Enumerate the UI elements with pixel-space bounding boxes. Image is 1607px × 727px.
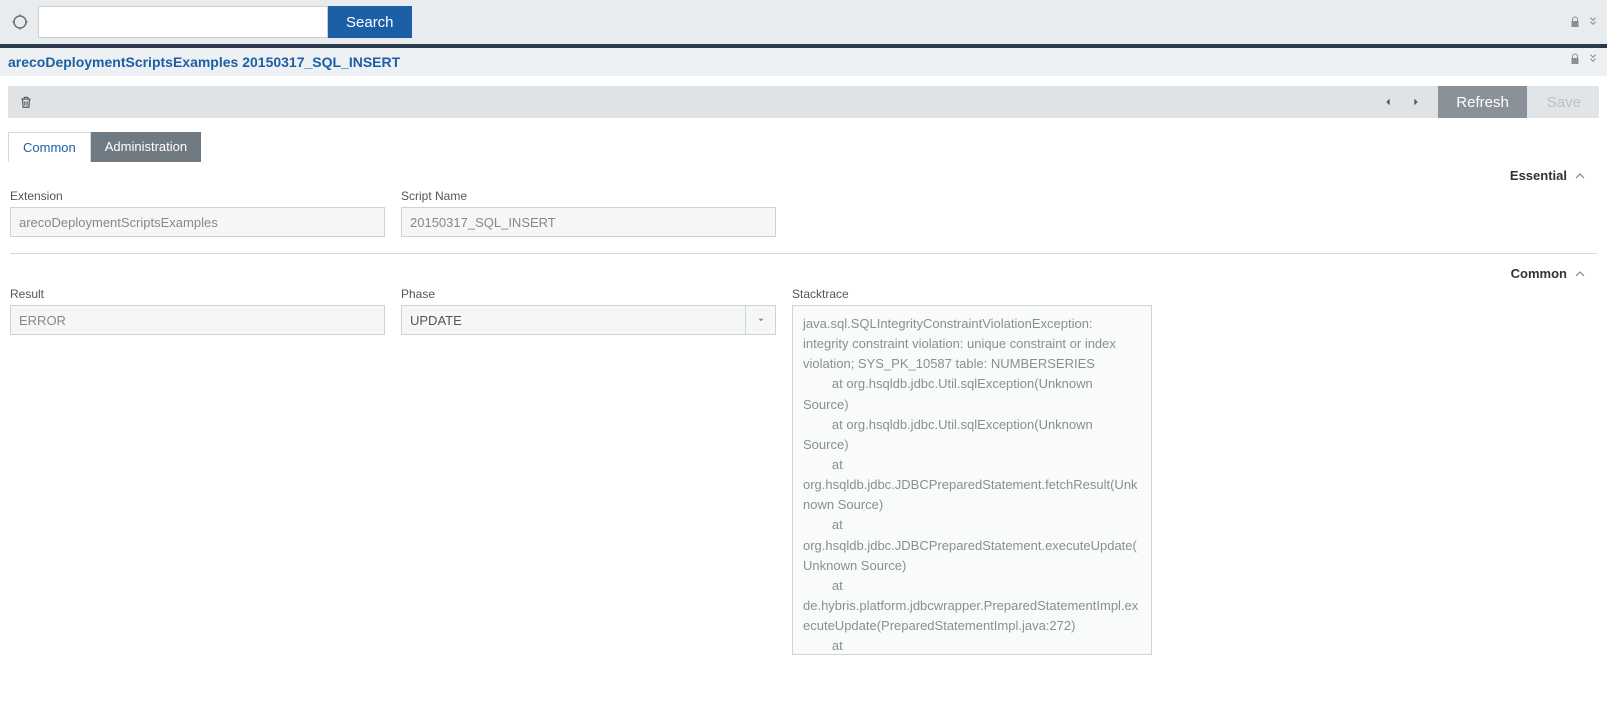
divider (10, 253, 1597, 254)
extension-label: Extension (10, 189, 385, 203)
page-title: arecoDeploymentScriptsExamples 20150317_… (8, 54, 400, 70)
section-title-common: Common (1511, 266, 1567, 281)
collapse-essential-icon[interactable] (1573, 169, 1587, 183)
phase-label: Phase (401, 287, 776, 301)
top-search-bar: Search (0, 0, 1607, 44)
delete-button[interactable] (14, 90, 38, 114)
title-row: arecoDeploymentScriptsExamples 20150317_… (0, 48, 1607, 76)
result-input[interactable] (10, 305, 385, 335)
field-phase: Phase UPDATE (401, 287, 776, 655)
prev-button[interactable] (1374, 86, 1402, 118)
stacktrace-textarea[interactable]: java.sql.SQLIntegrityConstraintViolation… (792, 305, 1152, 655)
essential-form: Extension Script Name (0, 185, 1607, 253)
lock-icon (1569, 15, 1581, 29)
phase-dropdown-icon[interactable] (746, 305, 776, 335)
script-name-input[interactable] (401, 207, 776, 237)
search-input[interactable] (38, 6, 328, 38)
chevron-down-double-icon[interactable] (1587, 15, 1599, 29)
result-label: Result (10, 287, 385, 301)
field-stacktrace: Stacktrace java.sql.SQLIntegrityConstrai… (792, 287, 1152, 655)
script-name-label: Script Name (401, 189, 776, 203)
field-result: Result (10, 287, 385, 655)
title-right-controls (1569, 52, 1599, 66)
lock-icon (1569, 52, 1581, 66)
home-icon[interactable] (6, 8, 34, 36)
section-header-common: Common (0, 260, 1607, 283)
common-form: Result Phase UPDATE Stacktrace java.sql.… (0, 283, 1607, 671)
collapse-common-icon[interactable] (1573, 267, 1587, 281)
refresh-button[interactable]: Refresh (1438, 86, 1527, 118)
action-bar: Refresh Save (8, 86, 1599, 118)
section-title-essential: Essential (1510, 168, 1567, 183)
extension-input[interactable] (10, 207, 385, 237)
topbar-right-controls (1569, 0, 1599, 44)
action-bar-right: Refresh Save (1374, 86, 1599, 118)
field-extension: Extension (10, 189, 385, 237)
chevron-down-double-icon[interactable] (1587, 52, 1599, 66)
search-button[interactable]: Search (328, 6, 412, 38)
phase-select-value: UPDATE (401, 305, 746, 335)
section-header-essential: Essential (0, 162, 1607, 185)
tab-common[interactable]: Common (8, 132, 91, 162)
field-script-name: Script Name (401, 189, 776, 237)
tab-administration[interactable]: Administration (91, 132, 201, 162)
stacktrace-label: Stacktrace (792, 287, 1152, 301)
tabs: Common Administration (8, 132, 1607, 162)
next-button[interactable] (1402, 86, 1430, 118)
phase-select[interactable]: UPDATE (401, 305, 776, 335)
save-button: Save (1529, 86, 1599, 118)
